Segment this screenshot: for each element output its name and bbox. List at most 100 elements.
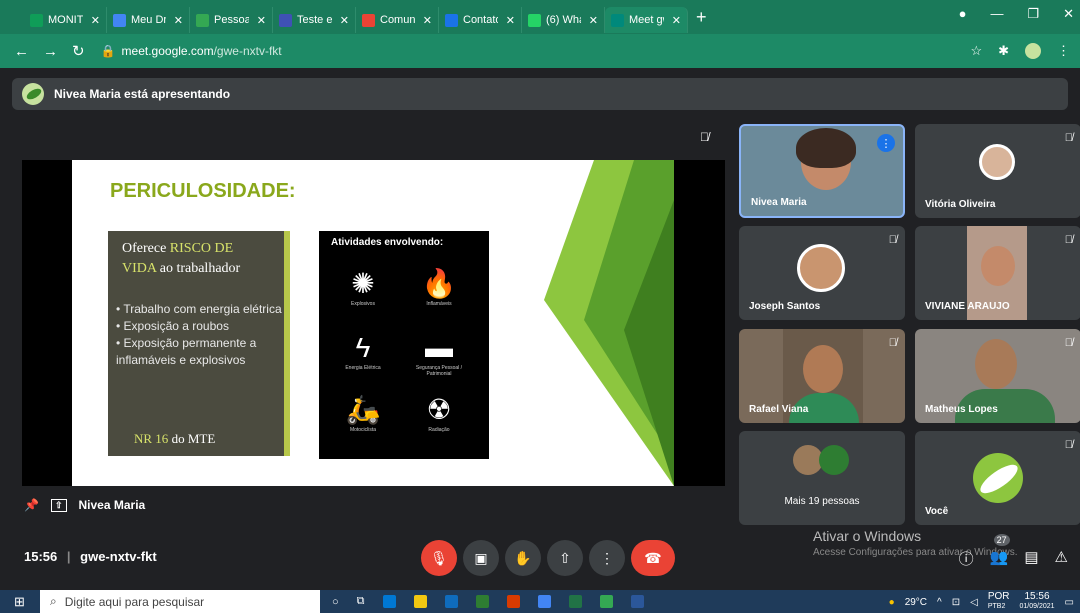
- new-tab-button[interactable]: +: [696, 7, 707, 28]
- window-controls: ● — ❐ ✕: [959, 6, 1074, 22]
- close-tab-icon[interactable]: ✕: [672, 14, 681, 27]
- windows-start-icon[interactable]: ⊞: [14, 594, 25, 610]
- profile-icon[interactable]: ●: [959, 6, 967, 22]
- slide-decoration: [544, 160, 674, 486]
- hand-icon: ✋: [514, 549, 532, 566]
- participant-tile[interactable]: 🎙̸ Rafael Viana: [739, 329, 905, 423]
- extensions-icon[interactable]: ✱: [998, 43, 1009, 59]
- system-tray: ● 29°C ^ ⊡ ◁ POR PTB2 15:56 01/09/2021 ▭: [889, 592, 1074, 612]
- participant-tile[interactable]: 🎙̸ Joseph Santos: [739, 226, 905, 320]
- store-icon[interactable]: [475, 595, 489, 608]
- participant-name: Mais 19 pessoas: [784, 496, 860, 507]
- list-item: Exposição permanente a inflamáveis e exp…: [116, 335, 284, 369]
- mic-off-icon: 🎙̸: [888, 234, 897, 246]
- close-tab-icon[interactable]: ✕: [257, 14, 266, 27]
- search-placeholder: Digite aqui para pesquisar: [64, 594, 205, 609]
- edge-icon[interactable]: [382, 595, 396, 608]
- taskbar-search-input[interactable]: ⌕ Digite aqui para pesquisar: [40, 590, 320, 613]
- close-tab-icon[interactable]: ✕: [91, 14, 100, 27]
- slide-title: PERICULOSIDADE:: [110, 180, 296, 202]
- mic-off-icon: 🎙̸: [888, 337, 897, 349]
- profile-avatar[interactable]: [1025, 43, 1041, 59]
- presenter-banner: Nivea Maria está apresentando: [12, 78, 1068, 110]
- raise-hand-button[interactable]: ✋: [505, 540, 541, 576]
- mic-off-icon: 🎙̸: [1064, 234, 1073, 246]
- activities-title: Atividades envolvendo:: [331, 237, 444, 248]
- browser-tab[interactable]: Teste em bra ✕: [273, 7, 356, 33]
- activities-box: Atividades envolvendo: ✺ Explosivos 🔥 Infl…: [319, 231, 489, 459]
- close-tab-icon[interactable]: ✕: [589, 14, 598, 27]
- participant-tile[interactable]: 🎙̸ Vitória Oliveira: [915, 124, 1080, 218]
- restore-button[interactable]: ❐: [1027, 6, 1039, 22]
- close-window-button[interactable]: ✕: [1063, 6, 1074, 22]
- pin-icon[interactable]: 📌: [24, 498, 39, 512]
- present-now-button[interactable]: ⇧: [547, 540, 583, 576]
- tab-label: Meu Drive -: [131, 14, 166, 26]
- mic-toggle-button[interactable]: 🎙: [421, 540, 457, 576]
- participant-name: Rafael Viana: [749, 404, 809, 415]
- participant-tile[interactable]: ⋮ Nivea Maria: [739, 124, 905, 218]
- url-field[interactable]: 🔒 meet.google.com/gwe-nxtv-fkt: [101, 44, 282, 58]
- forward-icon[interactable]: →: [43, 43, 58, 60]
- participant-tile[interactable]: 🎙̸ Matheus Lopes: [915, 329, 1080, 423]
- office-icon[interactable]: [506, 595, 520, 608]
- reload-icon[interactable]: ↻: [72, 42, 85, 60]
- file-explorer-icon[interactable]: [413, 595, 427, 608]
- tab-label: Comunicado: [380, 14, 415, 26]
- participant-name: Matheus Lopes: [925, 404, 998, 415]
- menu-icon[interactable]: ⋮: [1057, 43, 1070, 59]
- motorcycle-icon: 🛵 Motociclista: [345, 394, 381, 433]
- tab-label: Teste em bra: [297, 14, 332, 26]
- language-indicator[interactable]: POR PTB2: [988, 592, 1010, 612]
- mic-off-icon: 🎙̸: [700, 130, 709, 144]
- close-tab-icon[interactable]: ✕: [423, 14, 432, 27]
- tab-label: (6) WhatsApp: [546, 14, 581, 26]
- back-icon[interactable]: ←: [14, 43, 29, 60]
- taskbar-clock[interactable]: 15:56 01/09/2021: [1020, 592, 1055, 612]
- close-tab-icon[interactable]: ✕: [340, 14, 349, 27]
- gun-icon: ▬ Segurança Pessoal / Patrimonial: [415, 332, 463, 377]
- browser-tab[interactable]: (6) WhatsApp ✕: [522, 7, 605, 33]
- windows-taskbar: ⊞ ⌕ Digite aqui para pesquisar ○ ⧉ ● 29°…: [0, 590, 1080, 613]
- chevron-up-icon[interactable]: ^: [937, 597, 942, 608]
- excel-icon[interactable]: [568, 595, 582, 608]
- browser-tab[interactable]: MONITORIA ✕: [24, 7, 107, 33]
- participant-tile[interactable]: 🎙̸ Você: [915, 431, 1080, 525]
- volume-icon[interactable]: ◁: [970, 597, 978, 608]
- close-tab-icon[interactable]: ✕: [506, 14, 515, 27]
- lightning-icon: ϟ Energia Elétrica: [345, 332, 381, 371]
- leave-call-button[interactable]: ☎: [631, 540, 675, 576]
- presentation-slide: PERICULOSIDADE: Oferece RISCO DE VIDA ao…: [72, 160, 674, 486]
- browser-tab[interactable]: Contatos do ✕: [439, 7, 522, 33]
- browser-tab[interactable]: Meet gw ✕: [605, 7, 688, 33]
- presentation-stage: PERICULOSIDADE: Oferece RISCO DE VIDA ao…: [22, 160, 725, 486]
- participant-tile[interactable]: 🎙̸ VIVIANE ARAUJO: [915, 226, 1080, 320]
- mic-off-icon: 🎙: [430, 549, 448, 566]
- activities-icon[interactable]: ⚠: [1055, 548, 1068, 569]
- chrome-icon[interactable]: [599, 595, 613, 608]
- browser-tab[interactable]: Pessoas em ✕: [190, 7, 273, 33]
- participant-tile[interactable]: Mais 19 pessoas: [739, 431, 905, 525]
- camera-toggle-button[interactable]: ▣: [463, 540, 499, 576]
- browser-tab[interactable]: Comunicado ✕: [356, 7, 439, 33]
- info-icon[interactable]: ⓘ: [959, 548, 974, 569]
- network-icon[interactable]: ⊡: [952, 597, 960, 608]
- bookmark-star-icon[interactable]: ☆: [970, 43, 982, 59]
- mail-icon[interactable]: [444, 595, 458, 608]
- browser-tab[interactable]: Meu Drive - ✕: [107, 7, 190, 33]
- chrome-icon[interactable]: [537, 595, 551, 608]
- close-tab-icon[interactable]: ✕: [174, 14, 183, 27]
- minimize-button[interactable]: —: [990, 6, 1003, 22]
- hang-up-icon: ☎: [644, 549, 662, 566]
- risk-heading: Oferece RISCO DE VIDA ao trabalhador: [122, 241, 241, 276]
- notification-icon[interactable]: ▭: [1065, 597, 1074, 608]
- meeting-code: gwe-nxtv-fkt: [80, 549, 157, 564]
- word-icon[interactable]: [630, 595, 644, 608]
- more-options-button[interactable]: ⋮: [589, 540, 625, 576]
- tab-favicon-icon: [445, 13, 458, 27]
- task-view-icon[interactable]: ⧉: [357, 595, 365, 608]
- cortana-icon[interactable]: ○: [332, 596, 339, 608]
- chat-icon[interactable]: ▤: [1024, 548, 1038, 569]
- speaking-indicator-icon: ⋮: [877, 134, 895, 152]
- people-icon[interactable]: 👥 27: [990, 534, 1010, 569]
